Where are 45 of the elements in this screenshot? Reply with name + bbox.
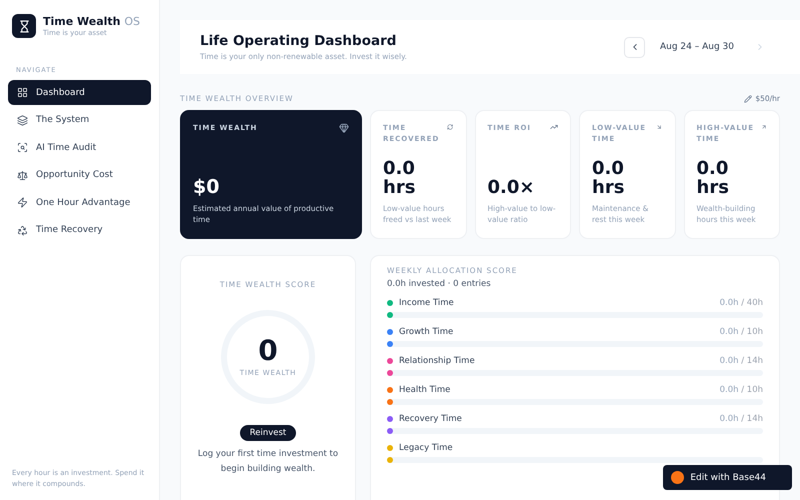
category-label: Relationship Time bbox=[387, 356, 475, 366]
category-hours: 0.0h / 40h bbox=[720, 298, 763, 308]
sidebar-item[interactable]: AI Time Audit bbox=[8, 135, 151, 160]
category-label: Income Time bbox=[387, 298, 454, 308]
sidebar-item[interactable]: Opportunity Cost bbox=[8, 162, 151, 188]
previous-week-button[interactable] bbox=[624, 36, 645, 58]
sidebar-item[interactable]: Time Recovery bbox=[8, 218, 151, 242]
category-hours: 0.0h / 14h bbox=[720, 356, 763, 366]
category-label: Health Time bbox=[387, 385, 450, 395]
card-value: 0.0× bbox=[488, 179, 536, 198]
category-label: Growth Time bbox=[387, 327, 454, 337]
card-value: 0.0 hrs bbox=[592, 160, 626, 198]
arrow-down-right-icon bbox=[656, 123, 662, 131]
category-hours: 0.0h / 10h bbox=[720, 385, 763, 395]
sidebar-item[interactable]: One Hour Advantage bbox=[8, 190, 151, 215]
card-value: 0.0 hrs bbox=[383, 160, 416, 198]
diamond-icon bbox=[339, 123, 349, 133]
layers-icon bbox=[17, 114, 28, 126]
category-hours: 0.0h / 14h bbox=[720, 414, 763, 424]
edit-badge[interactable]: Edit with Base44 bbox=[663, 465, 792, 490]
grid-icon bbox=[17, 87, 28, 98]
category-hours: 0.0h / 10h bbox=[720, 327, 763, 337]
refresh-icon bbox=[447, 123, 454, 131]
date-range: Aug 24 – Aug 30 bbox=[660, 42, 734, 52]
logo-icon bbox=[671, 471, 684, 484]
hourglass-logo-icon bbox=[12, 14, 36, 38]
sidebar-item[interactable]: Dashboard bbox=[8, 80, 151, 105]
card-value: $0 bbox=[193, 178, 220, 198]
recycle-icon bbox=[17, 224, 28, 236]
trend-up-icon bbox=[550, 123, 558, 131]
brand-name: Time Wealth OS bbox=[43, 15, 140, 28]
pencil-icon bbox=[744, 94, 752, 102]
arrow-up-right-icon bbox=[760, 123, 767, 131]
scale-icon bbox=[17, 170, 28, 180]
card-value: 0.0 hrs bbox=[696, 160, 730, 198]
scan-icon bbox=[17, 142, 28, 153]
category-label: Recovery Time bbox=[387, 414, 462, 424]
category-label: Legacy Time bbox=[387, 443, 453, 453]
allocation-summary: 0.0h invested · 0 entries bbox=[387, 279, 492, 289]
page-title: Life Operating Dashboard bbox=[200, 33, 398, 49]
score-message: Log your first time investment to begin building wealth. bbox=[196, 448, 340, 476]
score-value: 0 bbox=[258, 337, 278, 365]
reinvest-button[interactable]: Reinvest bbox=[240, 425, 296, 441]
sidebar-item[interactable]: The System bbox=[8, 108, 151, 132]
lightning-icon bbox=[17, 197, 28, 208]
